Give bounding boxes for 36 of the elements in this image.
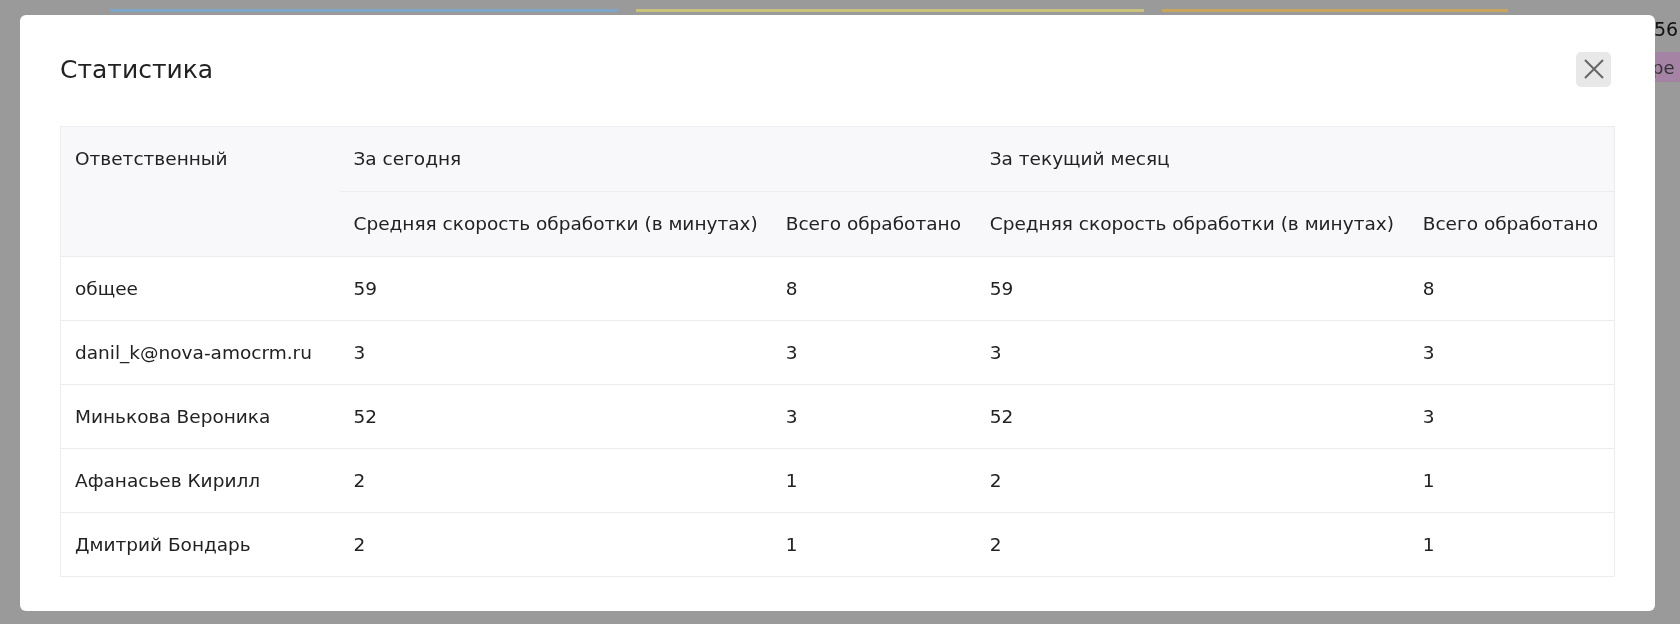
column-header: Ответственный: [60, 126, 340, 257]
dialog-title: Статистика: [60, 54, 214, 84]
table-cell: 3: [975, 320, 1409, 385]
table-cell: 1: [771, 512, 976, 577]
name-cell: общее: [60, 256, 340, 321]
table-cell: 3: [339, 320, 772, 385]
table-cell: 59: [339, 256, 772, 321]
table-cell: 2: [339, 448, 772, 513]
close-icon: [1583, 59, 1604, 79]
column-header: Средняя скорость обработки (в минутах): [975, 191, 1409, 257]
table-cell: 2: [975, 448, 1409, 513]
table-cell: 52: [339, 384, 772, 449]
table-cell: 8: [771, 256, 976, 321]
table-cell: 3: [771, 320, 976, 385]
table-cell: 3: [1408, 320, 1615, 385]
table-cell: 3: [771, 384, 976, 449]
table-cell: 3: [1408, 384, 1615, 449]
table-cell: 1: [1408, 512, 1615, 577]
name-cell: Минькова Вероника: [60, 384, 340, 449]
column-group-header: За сегодня: [339, 126, 976, 192]
counter-text: 56: [1654, 18, 1679, 40]
table-cell: 8: [1408, 256, 1615, 321]
table-cell: 1: [1408, 448, 1615, 513]
name-cell: danil_k@nova-amocrm.ru: [60, 320, 340, 385]
close-button[interactable]: [1576, 51, 1611, 87]
table-cell: 2: [975, 512, 1409, 577]
table-cell: 2: [339, 512, 772, 577]
table-cell: 52: [975, 384, 1409, 449]
table-cell: 59: [975, 256, 1409, 321]
name-cell: Афанасьев Кирилл: [60, 448, 340, 513]
table-cell: 1: [771, 448, 976, 513]
column-header: Всего обработано: [1408, 191, 1615, 257]
column-header: Средняя скорость обработки (в минутах): [339, 191, 772, 257]
column-group-header: За текущий месяц: [975, 126, 1615, 192]
column-header: Всего обработано: [771, 191, 976, 257]
name-cell: Дмитрий Бондарь: [60, 512, 340, 577]
